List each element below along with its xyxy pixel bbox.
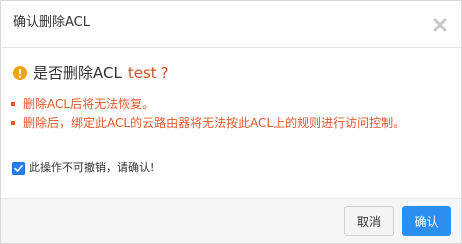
note-text: 删除ACL后将无法恢复。	[23, 97, 155, 111]
warning-icon	[13, 66, 27, 80]
warning-notes: 删除ACL后将无法恢复。 删除后，绑定此ACL的云路由器将无法按此ACL上的规则…	[9, 96, 449, 134]
close-icon	[433, 18, 447, 32]
dialog-footer: 取消 确认	[1, 198, 461, 243]
confirm-delete-dialog: 确认删除ACL 是否删除ACL test ? 删除ACL后将无法恢复。 删除后，…	[0, 0, 462, 244]
note-text: 删除后，绑定此ACL的云路由器将无法按此ACL上的规则进行访问控制。	[23, 116, 406, 130]
note-item: 删除ACL后将无法恢复。	[9, 96, 449, 112]
note-item: 删除后，绑定此ACL的云路由器将无法按此ACL上的规则进行访问控制。	[9, 115, 449, 131]
cancel-button[interactable]: 取消	[344, 206, 394, 236]
close-button[interactable]	[433, 17, 447, 32]
confirm-checkbox[interactable]	[12, 161, 25, 175]
confirm-button[interactable]: 确认	[402, 206, 451, 236]
note-bullet	[11, 102, 15, 106]
dialog-title: 确认删除ACL	[13, 15, 90, 30]
dialog-header: 确认删除ACL	[1, 1, 461, 48]
check-icon	[14, 164, 23, 172]
target-acl-name: test	[127, 64, 157, 82]
dialog-body: 是否删除ACL test ? 删除ACL后将无法恢复。 删除后，绑定此ACL的云…	[1, 48, 461, 200]
confirm-label[interactable]: 此操作不可撤销，请确认!	[29, 161, 154, 175]
delete-question: 是否删除ACL test ?	[13, 63, 169, 83]
question-mark: ?	[160, 64, 169, 82]
confirm-row: 此操作不可撤销，请确认!	[12, 161, 154, 175]
note-bullet	[11, 121, 15, 125]
question-text: 是否删除ACL	[33, 64, 122, 82]
